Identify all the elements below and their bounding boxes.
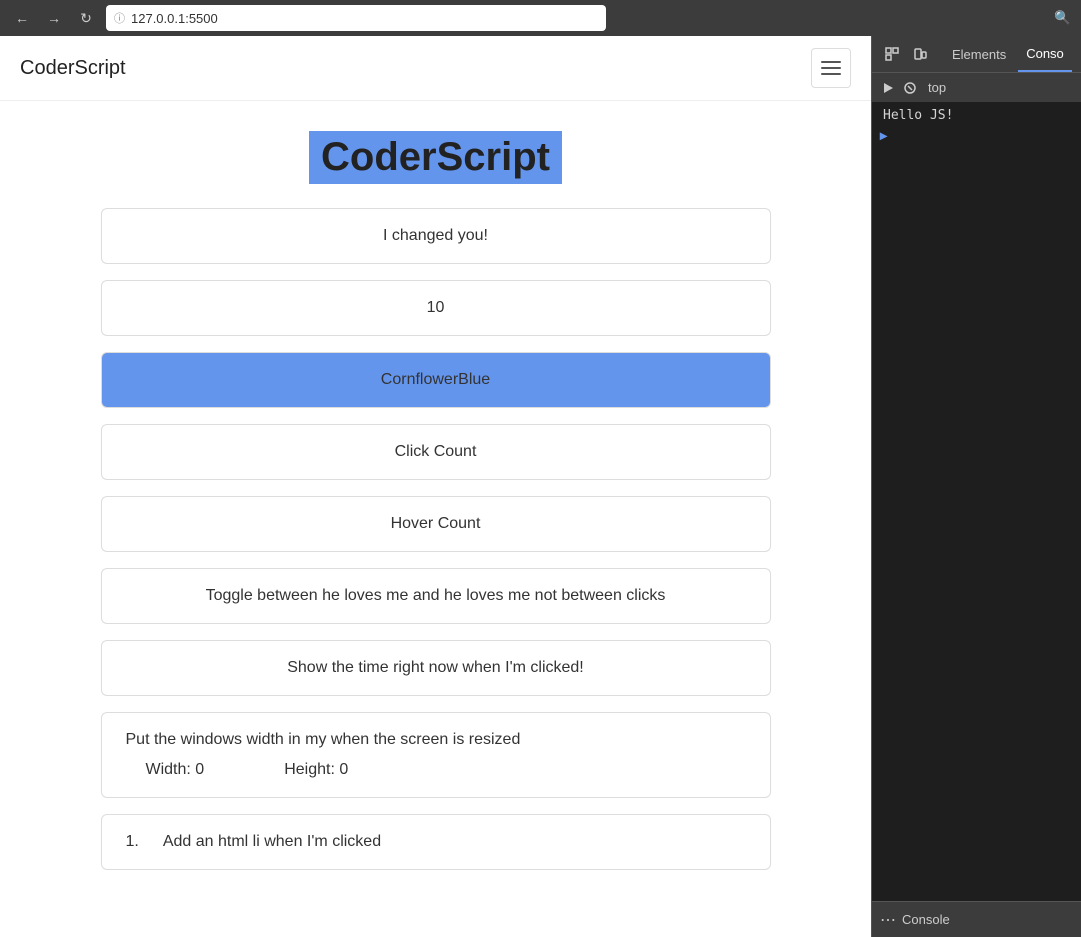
console-prompt[interactable]: ▸ xyxy=(872,125,1081,146)
number-card-content: 10 xyxy=(427,299,445,316)
browser-content: CoderScript CoderScript I changed you! 1… xyxy=(0,36,871,937)
list-card-content: Add an html li when I'm clicked xyxy=(163,833,381,851)
color-card-content: CornflowerBlue xyxy=(381,371,490,388)
number-card[interactable]: 10 xyxy=(101,280,771,336)
console-label: Console xyxy=(902,912,950,927)
devtools-tab-icons xyxy=(880,42,932,66)
click-count-content: Click Count xyxy=(395,443,477,460)
color-card[interactable]: CornflowerBlue xyxy=(101,352,771,408)
click-count-card[interactable]: Click Count xyxy=(101,424,771,480)
resize-card: Put the windows width in my when the scr… xyxy=(101,712,771,798)
devtools-panel: Elements Conso top He xyxy=(871,36,1081,937)
width-value: Width: 0 xyxy=(146,761,205,779)
page-title: CoderScript xyxy=(309,131,562,184)
search-button[interactable]: 🔍 xyxy=(1054,10,1071,26)
forward-button[interactable]: → xyxy=(42,6,66,30)
hamburger-line-1 xyxy=(821,61,841,63)
text-card[interactable]: I changed you! xyxy=(101,208,771,264)
reload-button[interactable]: ↻ xyxy=(74,6,98,30)
back-button[interactable]: ← xyxy=(10,6,34,30)
devtools-bottom-bar: ⋯ Console xyxy=(872,901,1081,937)
navbar: CoderScript xyxy=(0,36,871,101)
browser-chrome: ← → ↻ ⓘ 127.0.0.1:5500 🔍 xyxy=(0,0,1081,36)
more-options-button[interactable]: ⋯ xyxy=(880,910,896,930)
hamburger-line-2 xyxy=(821,67,841,69)
resize-heading: Put the windows width in my when the scr… xyxy=(126,731,746,749)
page-body: CoderScript I changed you! 10 Cornflower… xyxy=(0,101,871,916)
list-number: 1. xyxy=(126,833,139,851)
url-text: 127.0.0.1:5500 xyxy=(131,11,218,26)
hamburger-button[interactable] xyxy=(811,48,851,88)
main-layout: CoderScript CoderScript I changed you! 1… xyxy=(0,36,1081,937)
height-value: Height: 0 xyxy=(284,761,348,779)
device-toggle-button[interactable] xyxy=(908,42,932,66)
elements-tab[interactable]: Elements xyxy=(944,36,1014,72)
stop-button[interactable] xyxy=(902,80,918,96)
devtools-tabs: Elements Conso xyxy=(872,36,1081,72)
address-bar[interactable]: ⓘ 127.0.0.1:5500 xyxy=(106,5,606,31)
hamburger-line-3 xyxy=(821,73,841,75)
hover-count-content: Hover Count xyxy=(391,515,481,532)
play-button[interactable] xyxy=(880,80,896,96)
text-card-content: I changed you! xyxy=(383,227,488,244)
toggle-card[interactable]: Toggle between he loves me and he loves … xyxy=(101,568,771,624)
console-tab[interactable]: Conso xyxy=(1018,36,1072,72)
list-card[interactable]: 1. Add an html li when I'm clicked xyxy=(101,814,771,870)
devtools-toolbar: top xyxy=(872,72,1081,102)
resize-values: Width: 0 Height: 0 xyxy=(126,761,746,779)
inspect-element-button[interactable] xyxy=(880,42,904,66)
hover-count-card[interactable]: Hover Count xyxy=(101,496,771,552)
toggle-card-content: Toggle between he loves me and he loves … xyxy=(206,587,666,604)
lock-icon: ⓘ xyxy=(114,10,125,26)
devtools-console: Hello JS! ▸ xyxy=(872,102,1081,901)
console-output: Hello JS! xyxy=(872,106,1081,125)
top-label: top xyxy=(928,80,946,95)
navbar-brand: CoderScript xyxy=(20,57,126,80)
time-card-content: Show the time right now when I'm clicked… xyxy=(287,659,584,676)
console-caret-icon: ▸ xyxy=(880,127,887,144)
time-card[interactable]: Show the time right now when I'm clicked… xyxy=(101,640,771,696)
